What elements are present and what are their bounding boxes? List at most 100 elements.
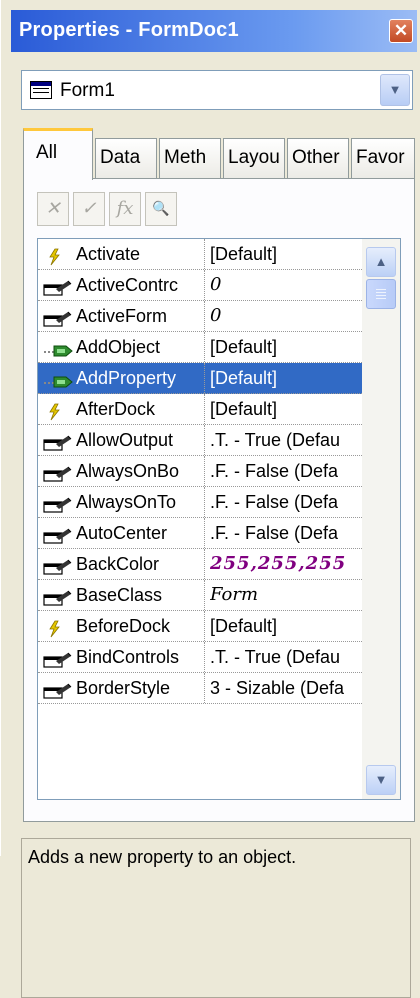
property-icon xyxy=(42,555,74,575)
description-text: Adds a new property to an object. xyxy=(28,847,297,867)
cancel-button[interactable]: ✕ xyxy=(37,192,69,226)
accept-button[interactable]: ✓ xyxy=(73,192,105,226)
property-name: AddObject xyxy=(76,337,161,357)
property-row[interactable]: BackColor 255,255,255 xyxy=(38,549,362,580)
property-value[interactable]: Form xyxy=(210,580,362,610)
property-row[interactable]: AllowOutput .T. - True (Defau xyxy=(38,425,362,456)
vertical-scrollbar[interactable]: ▲ ▼ xyxy=(362,239,400,799)
method-icon xyxy=(42,369,74,388)
property-icon xyxy=(42,524,74,544)
object-selector-value: Form1 xyxy=(60,80,115,101)
property-name: AfterDock xyxy=(76,399,156,419)
property-value[interactable]: .F. - False (Defa xyxy=(210,518,362,548)
property-icon xyxy=(42,462,74,482)
column-divider xyxy=(204,425,205,455)
property-value[interactable]: 255,255,255 xyxy=(210,549,362,579)
property-row[interactable]: Activate [Default] xyxy=(38,239,362,270)
property-row[interactable]: BorderStyle 3 - Sizable (Defa xyxy=(38,673,362,704)
function-button[interactable]: fx xyxy=(109,192,141,226)
column-divider xyxy=(204,580,205,610)
event-icon xyxy=(42,400,74,421)
method-icon xyxy=(42,338,74,357)
column-divider xyxy=(204,332,205,362)
window-title: Properties - FormDoc1 xyxy=(19,19,239,41)
property-icon xyxy=(42,307,74,327)
property-icon xyxy=(42,648,74,668)
property-row[interactable]: BindControls .T. - True (Defau xyxy=(38,642,362,673)
form-icon xyxy=(30,81,52,99)
chevron-down-icon[interactable]: ▼ xyxy=(380,74,410,106)
property-name: BindControls xyxy=(76,647,180,667)
tab-layout[interactable]: Layou xyxy=(223,138,285,178)
scroll-up-button[interactable]: ▲ xyxy=(366,247,396,277)
object-selector[interactable]: Form1 ▼ xyxy=(21,70,413,110)
property-name: AddProperty xyxy=(76,368,177,388)
property-value[interactable]: 3 - Sizable (Defa xyxy=(210,673,362,703)
property-value[interactable]: [Default] xyxy=(210,363,362,393)
property-name: ActiveContrc xyxy=(76,275,179,295)
column-divider xyxy=(204,394,205,424)
property-row[interactable]: AlwaysOnTo .F. - False (Defa xyxy=(38,487,362,518)
tab-favorites[interactable]: Favor xyxy=(351,138,415,178)
property-value[interactable]: .F. - False (Defa xyxy=(210,456,362,486)
properties-window: Properties - FormDoc1 ✕ Form1 ▼ All Data… xyxy=(0,0,420,998)
property-name: AllowOutput xyxy=(76,430,174,450)
column-divider xyxy=(204,611,205,641)
property-value[interactable]: .T. - True (Defau xyxy=(210,642,362,672)
property-row[interactable]: AddProperty [Default] xyxy=(38,363,362,394)
property-name: BackColor xyxy=(76,554,160,574)
property-row[interactable]: ActiveForm 0 xyxy=(38,301,362,332)
tab-all[interactable]: All xyxy=(23,128,93,180)
property-row[interactable]: BeforeDock [Default] xyxy=(38,611,362,642)
property-icon xyxy=(42,431,74,451)
title-bar[interactable]: Properties - FormDoc1 ✕ xyxy=(11,10,417,52)
property-icon xyxy=(42,586,74,606)
scroll-thumb[interactable] xyxy=(366,279,396,309)
property-name: BaseClass xyxy=(76,585,163,605)
property-value[interactable]: [Default] xyxy=(210,332,362,362)
column-divider xyxy=(204,487,205,517)
property-value[interactable]: [Default] xyxy=(210,611,362,641)
property-row[interactable]: AfterDock [Default] xyxy=(38,394,362,425)
column-divider xyxy=(204,270,205,300)
property-value[interactable]: 0 xyxy=(210,301,362,331)
column-divider xyxy=(204,518,205,548)
property-value[interactable]: [Default] xyxy=(210,239,362,269)
property-row[interactable]: AlwaysOnBo .F. - False (Defa xyxy=(38,456,362,487)
property-row[interactable]: ActiveContrc 0 xyxy=(38,270,362,301)
scroll-down-button[interactable]: ▼ xyxy=(366,765,396,795)
property-row[interactable]: AutoCenter .F. - False (Defa xyxy=(38,518,362,549)
property-name: ActiveForm xyxy=(76,306,168,326)
column-divider xyxy=(204,642,205,672)
tab-methods[interactable]: Meth xyxy=(159,138,221,178)
property-name: AlwaysOnBo xyxy=(76,461,180,481)
property-value[interactable]: .F. - False (Defa xyxy=(210,487,362,517)
column-divider xyxy=(204,456,205,486)
property-value[interactable]: 0 xyxy=(210,270,362,300)
property-value[interactable]: .T. - True (Defau xyxy=(210,425,362,455)
column-divider xyxy=(204,363,205,393)
property-value[interactable]: [Default] xyxy=(210,394,362,424)
zoom-button[interactable]: 🔍 xyxy=(145,192,177,226)
tab-strip: All Data Meth Layou Other Favor xyxy=(23,128,415,180)
property-row[interactable]: AddObject [Default] xyxy=(38,332,362,363)
column-divider xyxy=(204,549,205,579)
property-name: AlwaysOnTo xyxy=(76,492,177,512)
column-divider xyxy=(204,239,205,269)
column-divider xyxy=(204,673,205,703)
tab-other[interactable]: Other xyxy=(287,138,349,178)
property-icon xyxy=(42,679,74,699)
property-name: BeforeDock xyxy=(76,616,171,636)
tab-data[interactable]: Data xyxy=(95,138,157,178)
property-name: AutoCenter xyxy=(76,523,168,543)
event-icon xyxy=(42,617,74,638)
property-row[interactable]: BaseClass Form xyxy=(38,580,362,611)
property-icon xyxy=(42,276,74,296)
event-icon xyxy=(42,245,74,266)
column-divider xyxy=(204,301,205,331)
close-button[interactable]: ✕ xyxy=(389,19,413,43)
property-name: BorderStyle xyxy=(76,678,171,698)
property-grid[interactable]: Activate [Default] ActiveContrc 0 ActiveForm… xyxy=(37,238,401,800)
description-pane: Adds a new property to an object. xyxy=(21,838,411,998)
property-icon xyxy=(42,493,74,513)
